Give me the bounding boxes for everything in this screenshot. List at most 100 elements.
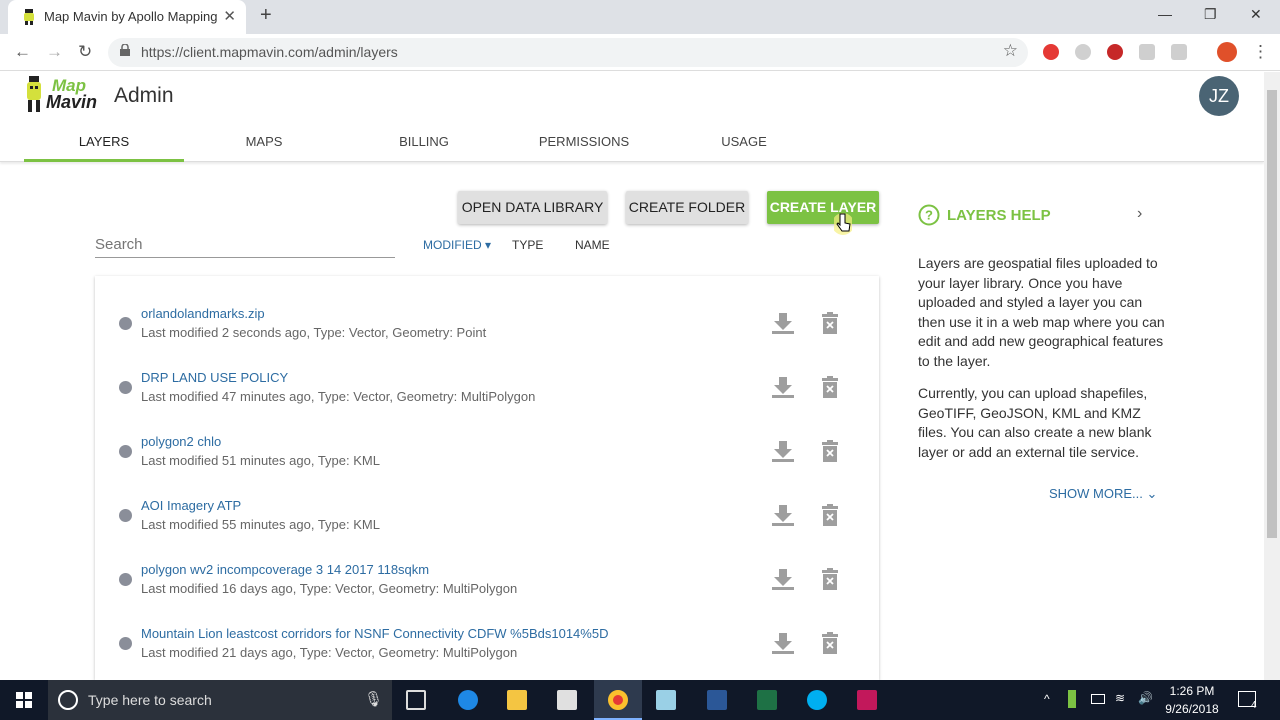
windows-start-icon[interactable] xyxy=(16,692,32,708)
delete-trash-icon[interactable] xyxy=(821,632,839,654)
chevron-right-icon[interactable]: › xyxy=(1137,205,1142,223)
task-view-icon[interactable] xyxy=(406,690,426,710)
layer-status-dot xyxy=(119,509,132,522)
url-text: https://client.mapmavin.com/admin/layers xyxy=(141,44,398,60)
download-icon[interactable] xyxy=(771,503,795,527)
bookmark-star-icon[interactable]: ☆ xyxy=(1003,41,1018,61)
layer-status-dot xyxy=(119,445,132,458)
app-icon-2[interactable] xyxy=(857,690,877,710)
help-circle-icon: ? xyxy=(918,204,940,226)
delete-trash-icon[interactable] xyxy=(821,568,839,590)
delete-trash-icon[interactable] xyxy=(821,504,839,526)
address-bar[interactable]: https://client.mapmavin.com/admin/layers… xyxy=(108,38,1028,67)
layer-name-link[interactable]: AOI Imagery ATP xyxy=(141,498,241,513)
adblock-extension-icon[interactable] xyxy=(1107,44,1123,60)
forward-arrow-icon[interactable]: → xyxy=(46,42,63,62)
show-more-link[interactable]: SHOW MORE... ⌄ xyxy=(1049,486,1157,502)
word-icon[interactable] xyxy=(707,690,727,710)
layer-meta: Last modified 51 minutes ago, Type: KML xyxy=(141,453,380,468)
layer-meta: Last modified 21 days ago, Type: Vector,… xyxy=(141,645,518,660)
open-data-library-button[interactable]: OPEN DATA LIBRARY xyxy=(458,191,607,224)
file-explorer-icon[interactable] xyxy=(507,690,527,710)
microphone-icon[interactable]: 🎙 xyxy=(364,690,383,708)
store-icon[interactable] xyxy=(557,690,577,710)
user-avatar[interactable]: JZ xyxy=(1199,76,1239,116)
tab-permissions[interactable]: PERMISSIONS xyxy=(504,134,664,149)
lock-icon xyxy=(120,44,130,56)
new-tab-icon[interactable]: + xyxy=(260,4,272,27)
wifi-icon[interactable]: ≋ xyxy=(1115,691,1125,705)
delete-trash-icon[interactable] xyxy=(821,440,839,462)
chrome-taskbar-button[interactable] xyxy=(594,680,642,720)
create-layer-button[interactable]: CREATE LAYER xyxy=(767,191,879,224)
notification-count: 4 xyxy=(1251,700,1257,711)
tab-billing[interactable]: BILLING xyxy=(344,134,504,149)
tab-usage[interactable]: USAGE xyxy=(664,134,824,149)
close-window-icon[interactable]: ✕ xyxy=(1250,6,1262,23)
layer-name-link[interactable]: DRP LAND USE POLICY xyxy=(141,370,288,385)
delete-trash-icon[interactable] xyxy=(821,376,839,398)
ublock-extension-icon[interactable] xyxy=(1043,44,1059,60)
search-input[interactable] xyxy=(95,232,395,258)
app-icon[interactable] xyxy=(656,690,676,710)
clock-date[interactable]: 9/26/2018 xyxy=(1160,702,1224,716)
close-tab-icon[interactable]: ✕ xyxy=(223,7,236,25)
skype-extension-icon[interactable] xyxy=(1075,44,1091,60)
extension-icon[interactable] xyxy=(1139,44,1155,60)
edge-icon[interactable] xyxy=(458,690,478,710)
layer-row[interactable]: Mountain Lion leastcost corridors for NS… xyxy=(95,603,879,667)
layer-row[interactable]: polygon wv2 incompcoverage 3 14 2017 118… xyxy=(95,539,879,603)
reload-icon[interactable]: ↻ xyxy=(78,42,92,62)
browser-tab[interactable]: Map Mavin by Apollo Mapping ✕ xyxy=(8,0,246,34)
layer-row[interactable]: DRP LAND USE POLICY Last modified 47 minu… xyxy=(95,347,879,411)
create-folder-button[interactable]: CREATE FOLDER xyxy=(626,191,748,224)
layer-row[interactable]: orlandolandmarks.zip Last modified 2 seco… xyxy=(95,283,879,347)
sort-type[interactable]: TYPE xyxy=(512,238,543,252)
taskbar-search[interactable]: Type here to search 🎙 xyxy=(48,680,392,720)
skype-icon[interactable] xyxy=(807,690,827,710)
cortana-icon xyxy=(58,690,78,710)
tab-layers[interactable]: LAYERS xyxy=(24,134,184,149)
layer-status-dot xyxy=(119,573,132,586)
back-arrow-icon[interactable]: ← xyxy=(14,42,31,62)
layer-row[interactable]: AOI Imagery ATP Last modified 55 minutes … xyxy=(95,475,879,539)
profile-icon[interactable] xyxy=(1217,42,1237,62)
download-icon[interactable] xyxy=(771,439,795,463)
help-paragraph-2: Currently, you can upload shapefiles, Ge… xyxy=(918,385,1152,460)
tray-chevron-icon[interactable]: ^ xyxy=(1044,692,1050,706)
battery-icon[interactable] xyxy=(1091,694,1105,704)
sort-name[interactable]: NAME xyxy=(575,238,610,252)
browser-tab-title: Map Mavin by Apollo Mapping xyxy=(44,9,218,24)
page-scrollbar[interactable] xyxy=(1264,72,1280,680)
layer-name-link[interactable]: polygon2 chlo xyxy=(141,434,221,449)
windows-taskbar: Type here to search 🎙 ^ ≋ 🔊 1:26 PM 9/26… xyxy=(0,680,1280,720)
hand-cursor-icon xyxy=(834,213,852,235)
layer-row[interactable]: polygon2 chlo Last modified 51 minutes ag… xyxy=(95,411,879,475)
menu-kebab-icon[interactable]: ⋮ xyxy=(1252,42,1269,62)
tab-maps[interactable]: MAPS xyxy=(184,134,344,149)
show-more-label: SHOW MORE... xyxy=(1049,486,1143,501)
download-icon[interactable] xyxy=(771,567,795,591)
layer-name-link[interactable]: polygon wv2 incompcoverage 3 14 2017 118… xyxy=(141,562,429,577)
restore-icon[interactable]: ❐ xyxy=(1204,6,1217,23)
extension-icon-2[interactable] xyxy=(1171,44,1187,60)
mapmavin-logo[interactable]: Map Mavin xyxy=(24,76,98,112)
minimize-icon[interactable]: — xyxy=(1158,6,1172,22)
sort-modified-label: MODIFIED xyxy=(423,238,482,252)
help-title: LAYERS HELP xyxy=(947,207,1051,224)
layer-name-link[interactable]: orlandolandmarks.zip xyxy=(141,306,265,321)
delete-trash-icon[interactable] xyxy=(821,312,839,334)
browser-toolbar: ← → ↻ https://client.mapmavin.com/admin/… xyxy=(0,34,1280,71)
layer-status-dot xyxy=(119,381,132,394)
tray-app-icon[interactable] xyxy=(1068,690,1076,708)
excel-icon[interactable] xyxy=(757,690,777,710)
scrollbar-thumb[interactable] xyxy=(1267,90,1277,538)
layer-name-link[interactable]: Mountain Lion leastcost corridors for NS… xyxy=(141,626,608,641)
download-icon[interactable] xyxy=(771,631,795,655)
download-icon[interactable] xyxy=(771,311,795,335)
sort-modified[interactable]: MODIFIED ▾ xyxy=(423,238,491,252)
logo-text-mavin: Mavin xyxy=(46,92,98,112)
clock-time[interactable]: 1:26 PM xyxy=(1164,684,1220,698)
download-icon[interactable] xyxy=(771,375,795,399)
volume-icon[interactable]: 🔊 xyxy=(1138,691,1153,705)
